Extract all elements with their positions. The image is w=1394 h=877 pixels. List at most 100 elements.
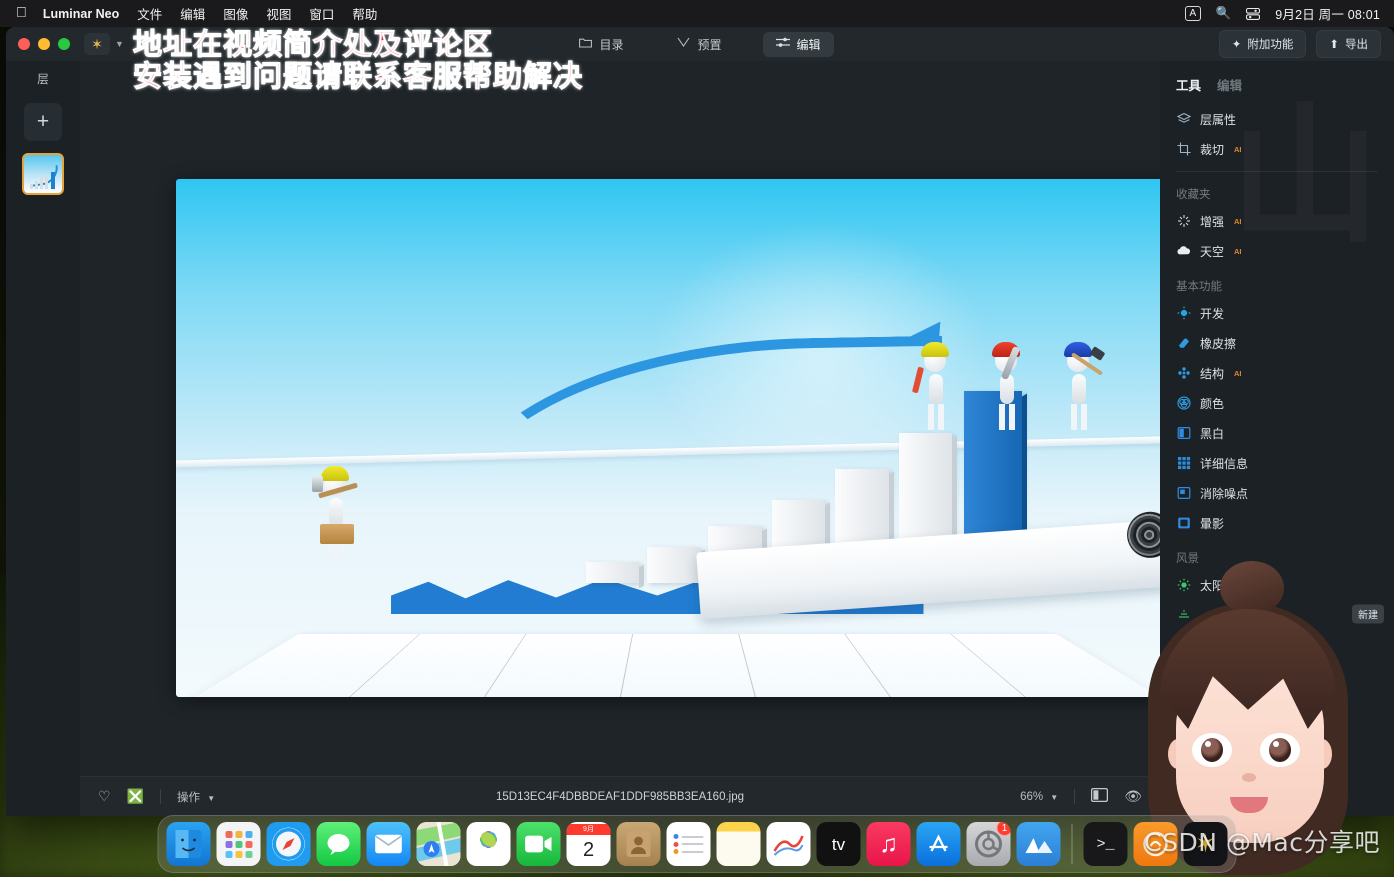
- screen:  Luminar Neo 文件 编辑 图像 视图 窗口 帮助 A 🔍 9月2日…: [0, 0, 1394, 877]
- menu-item-help[interactable]: 帮助: [352, 4, 377, 23]
- tab-catalog-label: 目录: [599, 37, 624, 52]
- tool-details[interactable]: 详细信息: [1160, 448, 1394, 478]
- sliders-icon: [775, 37, 790, 51]
- dock-app-music[interactable]: ♫: [866, 822, 911, 866]
- dock-app-photos[interactable]: [466, 822, 511, 866]
- tool-enhance[interactable]: 增强 AI: [1160, 206, 1394, 236]
- sky-cloud-icon: [1176, 244, 1191, 259]
- calendar-day: 2: [582, 838, 595, 861]
- tool-develop[interactable]: 开发: [1160, 298, 1394, 328]
- worker-legs: [1070, 403, 1087, 430]
- dock-app-contacts[interactable]: [616, 822, 661, 866]
- layers-panel: 层 +: [6, 61, 80, 816]
- menu-item-file[interactable]: 文件: [137, 4, 162, 23]
- tool-label: 裁切: [1200, 142, 1225, 157]
- canvas-area[interactable]: ♡ ❎ 操作 ▼ 15D13EC4F4DBBDEAF1DDF985BB3EA16…: [80, 61, 1200, 816]
- tool-label: 详细信息: [1200, 456, 1249, 471]
- tool-label: 层属性: [1200, 112, 1237, 127]
- apple-icon[interactable]: : [16, 6, 27, 21]
- settings-badge: 1: [996, 822, 1011, 836]
- worker-legs: [927, 403, 944, 430]
- tool-structure[interactable]: 结构 AI: [1160, 358, 1394, 388]
- worker-torso: [928, 373, 943, 404]
- tool-color[interactable]: 颜色: [1160, 388, 1394, 418]
- denoise-icon: [1176, 486, 1191, 501]
- promo-line-2: 安装遇到问题请联系客服帮助解决: [132, 59, 584, 94]
- appletv-label: tv: [831, 834, 846, 854]
- status-bar: ♡ ❎ 操作 ▼ 15D13EC4F4DBBDEAF1DDF985BB3EA16…: [80, 776, 1160, 816]
- section-favorites: 收藏夹: [1176, 189, 1211, 201]
- layer-thumbnail[interactable]: [22, 153, 64, 195]
- tool-label: 颜色: [1200, 396, 1225, 411]
- tool-eraser[interactable]: 橡皮擦: [1160, 328, 1394, 358]
- tab-edits[interactable]: 编辑: [1217, 75, 1242, 94]
- avatar-hair-bun: [1220, 561, 1284, 615]
- tab-presets[interactable]: 预置: [664, 32, 734, 57]
- dock-app-app-store[interactable]: [916, 822, 961, 866]
- control-center-icon[interactable]: [1246, 7, 1261, 20]
- eraser-icon: [1176, 336, 1191, 351]
- dock-app-reminders[interactable]: [666, 822, 711, 866]
- yellow-helmet-icon: [321, 466, 350, 482]
- clock[interactable]: 9月2日 周一 08:01: [1275, 4, 1380, 23]
- add-layer-button[interactable]: +: [24, 103, 62, 141]
- dock-app-finder[interactable]: [166, 822, 211, 866]
- develop-sun-icon: [1176, 306, 1191, 321]
- dock-app-terminal[interactable]: >_: [1083, 822, 1128, 866]
- terminal-prompt-icon: >_: [1096, 835, 1115, 853]
- photo-canvas[interactable]: [176, 179, 1200, 697]
- promo-line-1: 地址在视频简介处及评论区: [132, 27, 494, 61]
- search-icon[interactable]: 🔍: [1216, 6, 1232, 21]
- tool-crop[interactable]: 裁切 AI: [1160, 134, 1394, 164]
- tool-black-white[interactable]: 黑白: [1160, 418, 1394, 448]
- launchpad-grid-icon: [225, 830, 252, 858]
- dock-app-safari[interactable]: [266, 822, 311, 866]
- dock-app-maps[interactable]: [416, 822, 461, 866]
- menu-item-edit[interactable]: 编辑: [180, 4, 205, 23]
- tool-denoise[interactable]: 消除噪点: [1160, 478, 1394, 508]
- tool-label: 黑白: [1200, 426, 1225, 441]
- dock-app-apple-tv[interactable]: tv: [816, 822, 861, 866]
- layers-title: 层: [37, 74, 49, 86]
- filename-label: 15D13EC4F4DBBDEAF1DDF985BB3EA160.jpg: [495, 790, 745, 803]
- ai-badge: AI: [1234, 216, 1242, 226]
- tool-label: 开发: [1200, 306, 1225, 321]
- worker-legs: [999, 403, 1016, 430]
- csdn-watermark: CSDN @Mac分享吧: [1144, 828, 1380, 857]
- divider: [1176, 171, 1378, 172]
- avatar-eye-left: [1192, 733, 1232, 767]
- dock-app-mail[interactable]: [366, 822, 411, 866]
- dock-app-system-settings[interactable]: 1: [966, 822, 1011, 866]
- dock-app-calendar[interactable]: 9月 2: [566, 822, 611, 866]
- dock-app-notes[interactable]: [716, 822, 761, 866]
- menu-bar:  Luminar Neo 文件 编辑 图像 视图 窗口 帮助 A 🔍 9月2日…: [0, 0, 1394, 27]
- color-wheel-icon: [1176, 396, 1191, 411]
- menu-item-image[interactable]: 图像: [223, 4, 248, 23]
- reminders-list-icon: [673, 832, 704, 857]
- menu-item-view[interactable]: 视图: [266, 4, 291, 23]
- menu-status-area: A 🔍 9月2日 周一 08:01: [1185, 4, 1380, 23]
- input-source-icon[interactable]: A: [1185, 6, 1201, 21]
- dock-app-stocks[interactable]: [766, 822, 811, 866]
- growth-arrow-curve: [450, 335, 946, 572]
- tool-layer-properties[interactable]: 层属性: [1160, 104, 1394, 134]
- menu-app-name[interactable]: Luminar Neo: [43, 7, 119, 21]
- dock-app-messages[interactable]: [316, 822, 361, 866]
- hammer-head: [312, 476, 324, 493]
- tool-vignette[interactable]: 暈影: [1160, 508, 1394, 538]
- tab-tools[interactable]: 工具: [1176, 75, 1201, 94]
- avatar-eye-right: [1260, 733, 1300, 767]
- layers-icon: [1176, 112, 1191, 127]
- tab-edit[interactable]: 编辑: [762, 31, 834, 57]
- structure-icon: [1176, 366, 1191, 381]
- ai-badge: AI: [1234, 368, 1242, 378]
- worker-figure-left: [312, 466, 359, 555]
- tab-presets-label: 预置: [697, 37, 722, 52]
- menu-item-window[interactable]: 窗口: [309, 4, 334, 23]
- photos-flower-icon: [474, 829, 504, 859]
- thumb-blue-bar: [51, 172, 55, 189]
- dock-app-blue-mountain[interactable]: [1016, 822, 1061, 866]
- tool-sky[interactable]: 天空 AI: [1160, 236, 1394, 266]
- dock-app-launchpad[interactable]: [216, 822, 261, 866]
- dock-app-facetime[interactable]: [516, 822, 561, 866]
